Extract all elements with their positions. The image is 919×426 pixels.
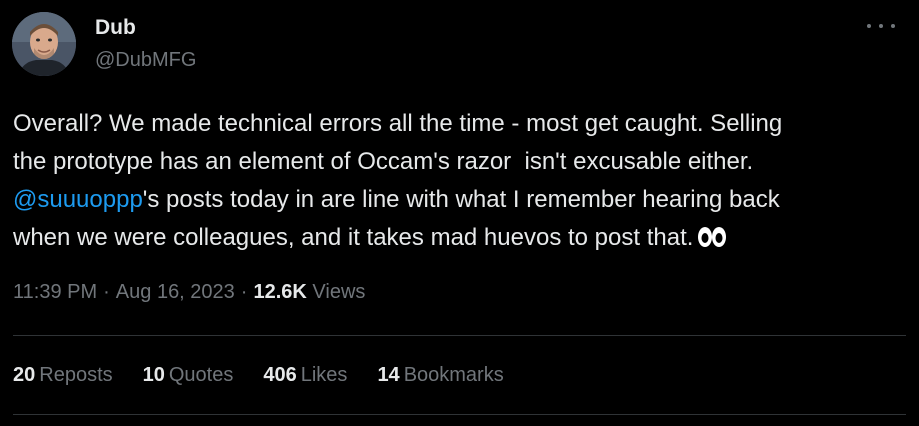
tweet-time[interactable]: 11:39 PM (13, 281, 97, 303)
mention-link[interactable]: @suuuoppp (13, 186, 143, 213)
tweet-date[interactable]: Aug 16, 2023 (116, 281, 235, 303)
avatar[interactable] (12, 12, 76, 76)
more-dot (879, 24, 883, 28)
stat-label: Reposts (39, 364, 113, 386)
eyes-emoji-icon (697, 222, 727, 260)
stat-bookmarks[interactable]: 14 Bookmarks (377, 364, 503, 387)
views-label: Views (312, 281, 366, 303)
more-dot (891, 24, 895, 28)
tweet-line: the prototype has an element of Occam's … (13, 148, 754, 175)
handle[interactable]: @DubMFG (95, 49, 196, 72)
meta-separator: · (103, 281, 110, 303)
engagement-stats: 20 Reposts 10 Quotes 406 Likes 14 Bookmarks (13, 364, 534, 387)
display-name[interactable]: Dub (95, 16, 136, 40)
tweet-meta: 11:39 PM · Aug 16, 2023 · 12.6K Views (13, 281, 365, 304)
more-options-icon[interactable] (867, 16, 895, 36)
stat-label: Quotes (168, 364, 234, 386)
stat-count: 10 (142, 364, 165, 386)
more-dot (867, 24, 871, 28)
tweet-line: Overall? We made technical errors all th… (13, 110, 783, 137)
meta-separator: · (240, 281, 248, 303)
divider (13, 335, 906, 336)
stat-count: 20 (13, 364, 36, 386)
stat-likes[interactable]: 406 Likes (263, 364, 347, 387)
tweet-text: Overall? We made technical errors all th… (13, 105, 908, 260)
tweet: Dub @DubMFG Overall? We made technical e… (0, 0, 919, 426)
stat-reposts[interactable]: 20 Reposts (13, 364, 113, 387)
stat-label: Bookmarks (403, 364, 504, 386)
views-count: 12.6K (253, 281, 307, 303)
tweet-line: 's posts today in are line with what I r… (142, 186, 780, 213)
profile-photo-icon (12, 12, 76, 76)
tweet-line: when we were colleagues, and it takes ma… (13, 224, 694, 251)
stat-label: Likes (300, 364, 348, 386)
stat-count: 406 (263, 364, 297, 386)
divider (13, 414, 906, 415)
stat-quotes[interactable]: 10 Quotes (143, 364, 234, 387)
stat-count: 14 (377, 364, 400, 386)
